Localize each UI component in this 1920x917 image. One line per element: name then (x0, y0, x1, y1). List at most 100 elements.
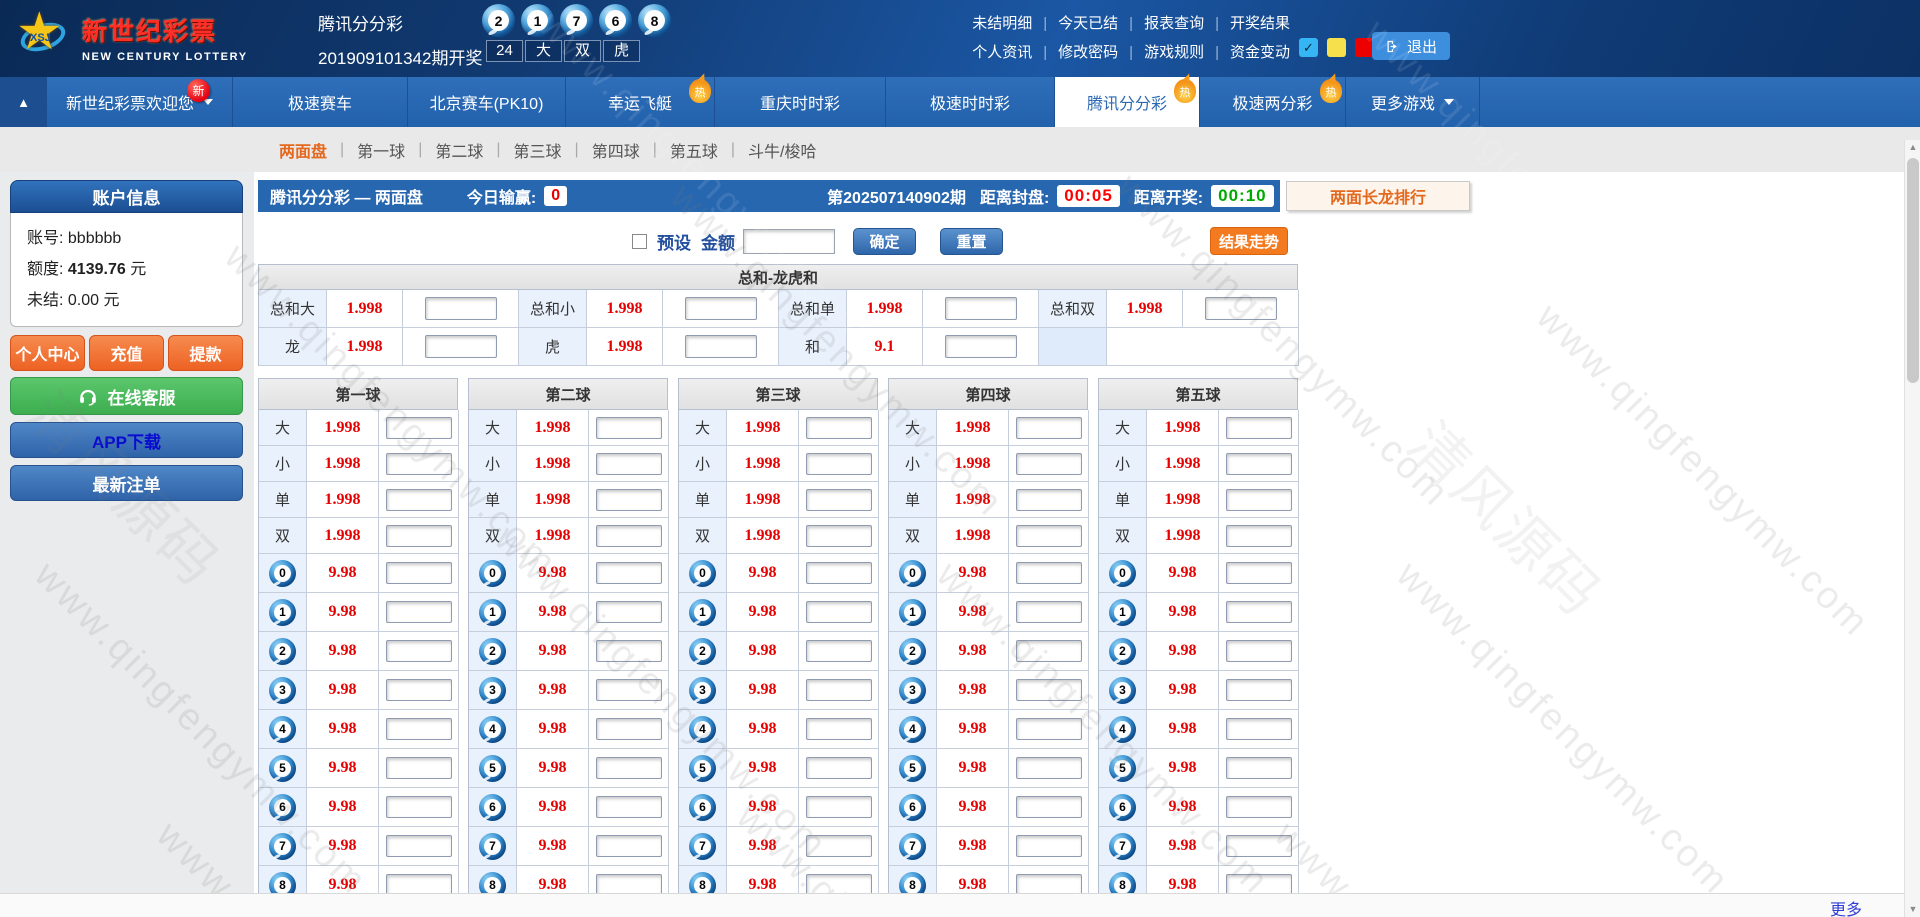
more-link[interactable]: 更多 (1830, 896, 1862, 917)
bet-input[interactable] (596, 718, 662, 740)
header-link-2[interactable]: 游戏规则 (1144, 44, 1204, 61)
header-link-3[interactable]: 开奖结果 (1230, 15, 1290, 32)
bet-input[interactable] (1016, 525, 1082, 547)
nav-tab-0[interactable]: 新世纪彩票欢迎您新 (47, 77, 233, 127)
bet-input[interactable] (386, 453, 452, 475)
subnav-item-5[interactable]: 第五球 (657, 138, 731, 162)
bet-input[interactable] (806, 525, 872, 547)
nav-tab-1[interactable]: 极速赛车 (233, 77, 408, 127)
bet-input[interactable] (1226, 640, 1292, 662)
bet-input[interactable] (596, 640, 662, 662)
bet-input[interactable] (1016, 562, 1082, 584)
nav-tab-3[interactable]: 幸运飞艇热 (566, 77, 715, 127)
two-side-rank-button[interactable]: 两面长龙排行 (1286, 181, 1470, 211)
bet-input[interactable] (1016, 718, 1082, 740)
bet-input[interactable] (1226, 796, 1292, 818)
bet-input[interactable] (1226, 757, 1292, 779)
bet-input[interactable] (596, 453, 662, 475)
bet-input[interactable] (596, 417, 662, 439)
bet-input[interactable] (1226, 679, 1292, 701)
bet-input[interactable] (386, 562, 452, 584)
header-link-1[interactable]: 修改密码 (1058, 44, 1118, 61)
bet-input[interactable] (806, 835, 872, 857)
subnav-item-0[interactable]: 两面盘 (266, 138, 340, 162)
bet-input[interactable] (1226, 525, 1292, 547)
nav-tab-5[interactable]: 极速时时彩 (886, 77, 1055, 127)
vertical-scrollbar[interactable]: ▲ ▼ (1904, 140, 1920, 917)
bet-input[interactable] (1016, 874, 1082, 893)
subnav-item-1[interactable]: 第一球 (344, 138, 418, 162)
bet-input[interactable] (945, 297, 1017, 320)
theme-yellow-checkbox[interactable] (1327, 38, 1346, 57)
bet-input[interactable] (596, 757, 662, 779)
bet-input[interactable] (1205, 297, 1277, 320)
bet-input[interactable] (806, 417, 872, 439)
subnav-item-6[interactable]: 斗牛/梭哈 (735, 138, 829, 162)
scrollbar-thumb[interactable] (1907, 158, 1919, 383)
logout-button[interactable]: 退出 (1372, 32, 1450, 60)
bet-input[interactable] (1016, 489, 1082, 511)
bet-input[interactable] (1016, 601, 1082, 623)
header-link-3[interactable]: 资金变动 (1230, 44, 1290, 61)
bet-input[interactable] (1016, 679, 1082, 701)
bet-input[interactable] (1226, 562, 1292, 584)
sidebar-button-1[interactable]: 充值 (89, 335, 164, 371)
nav-tab-4[interactable]: 重庆时时彩 (715, 77, 886, 127)
bet-input[interactable] (596, 796, 662, 818)
nav-tab-8[interactable]: 更多游戏 (1346, 77, 1480, 127)
header-link-0[interactable]: 未结明细 (972, 15, 1032, 32)
bet-input[interactable] (806, 718, 872, 740)
scroll-down-arrow-icon[interactable]: ▼ (1905, 902, 1920, 917)
bet-input[interactable] (685, 297, 757, 320)
preset-checkbox[interactable] (632, 234, 647, 249)
online-service-button[interactable]: 在线客服 (10, 377, 243, 415)
bet-input[interactable] (1016, 796, 1082, 818)
amount-input[interactable] (743, 229, 835, 254)
bet-input[interactable] (386, 489, 452, 511)
sidebar-button-0[interactable]: 个人中心 (10, 335, 85, 371)
bet-input[interactable] (425, 335, 497, 358)
bet-input[interactable] (806, 601, 872, 623)
bet-input[interactable] (1016, 835, 1082, 857)
subnav-item-2[interactable]: 第二球 (422, 138, 496, 162)
bet-input[interactable] (596, 601, 662, 623)
bet-input[interactable] (596, 525, 662, 547)
header-link-0[interactable]: 个人资讯 (972, 44, 1032, 61)
bet-input[interactable] (1226, 835, 1292, 857)
app-download-button[interactable]: APP下载 (10, 422, 243, 458)
sidebar-button-2[interactable]: 提款 (168, 335, 243, 371)
bet-input[interactable] (1016, 757, 1082, 779)
bet-input[interactable] (386, 679, 452, 701)
bet-input[interactable] (425, 297, 497, 320)
subnav-item-3[interactable]: 第三球 (501, 138, 575, 162)
theme-blue-checkbox[interactable]: ✓ (1299, 38, 1318, 57)
bet-input[interactable] (386, 874, 452, 893)
bet-input[interactable] (1226, 874, 1292, 893)
bet-input[interactable] (806, 640, 872, 662)
header-link-1[interactable]: 今天已结 (1058, 15, 1118, 32)
bet-input[interactable] (1016, 417, 1082, 439)
reset-button[interactable]: 重置 (940, 228, 1003, 255)
nav-tab-2[interactable]: 北京赛车(PK10) (408, 77, 566, 127)
nav-tab-7[interactable]: 极速两分彩热 (1200, 77, 1346, 127)
bet-input[interactable] (1226, 718, 1292, 740)
bet-input[interactable] (806, 562, 872, 584)
bet-input[interactable] (596, 489, 662, 511)
bet-input[interactable] (1226, 489, 1292, 511)
bet-input[interactable] (806, 679, 872, 701)
bet-input[interactable] (806, 453, 872, 475)
bet-input[interactable] (1226, 417, 1292, 439)
bet-input[interactable] (806, 874, 872, 893)
bet-input[interactable] (386, 525, 452, 547)
result-trend-button[interactable]: 结果走势 (1210, 227, 1288, 255)
bet-input[interactable] (596, 874, 662, 893)
bet-input[interactable] (806, 489, 872, 511)
confirm-button[interactable]: 确定 (853, 228, 916, 255)
nav-tab-6[interactable]: 腾讯分分彩热 (1055, 77, 1200, 127)
bet-input[interactable] (386, 640, 452, 662)
latest-orders-button[interactable]: 最新注单 (10, 465, 243, 501)
scroll-up-arrow-icon[interactable]: ▲ (1905, 140, 1920, 155)
bet-input[interactable] (386, 757, 452, 779)
bet-input[interactable] (1016, 640, 1082, 662)
collapse-nav-button[interactable]: ▲ (0, 77, 47, 127)
